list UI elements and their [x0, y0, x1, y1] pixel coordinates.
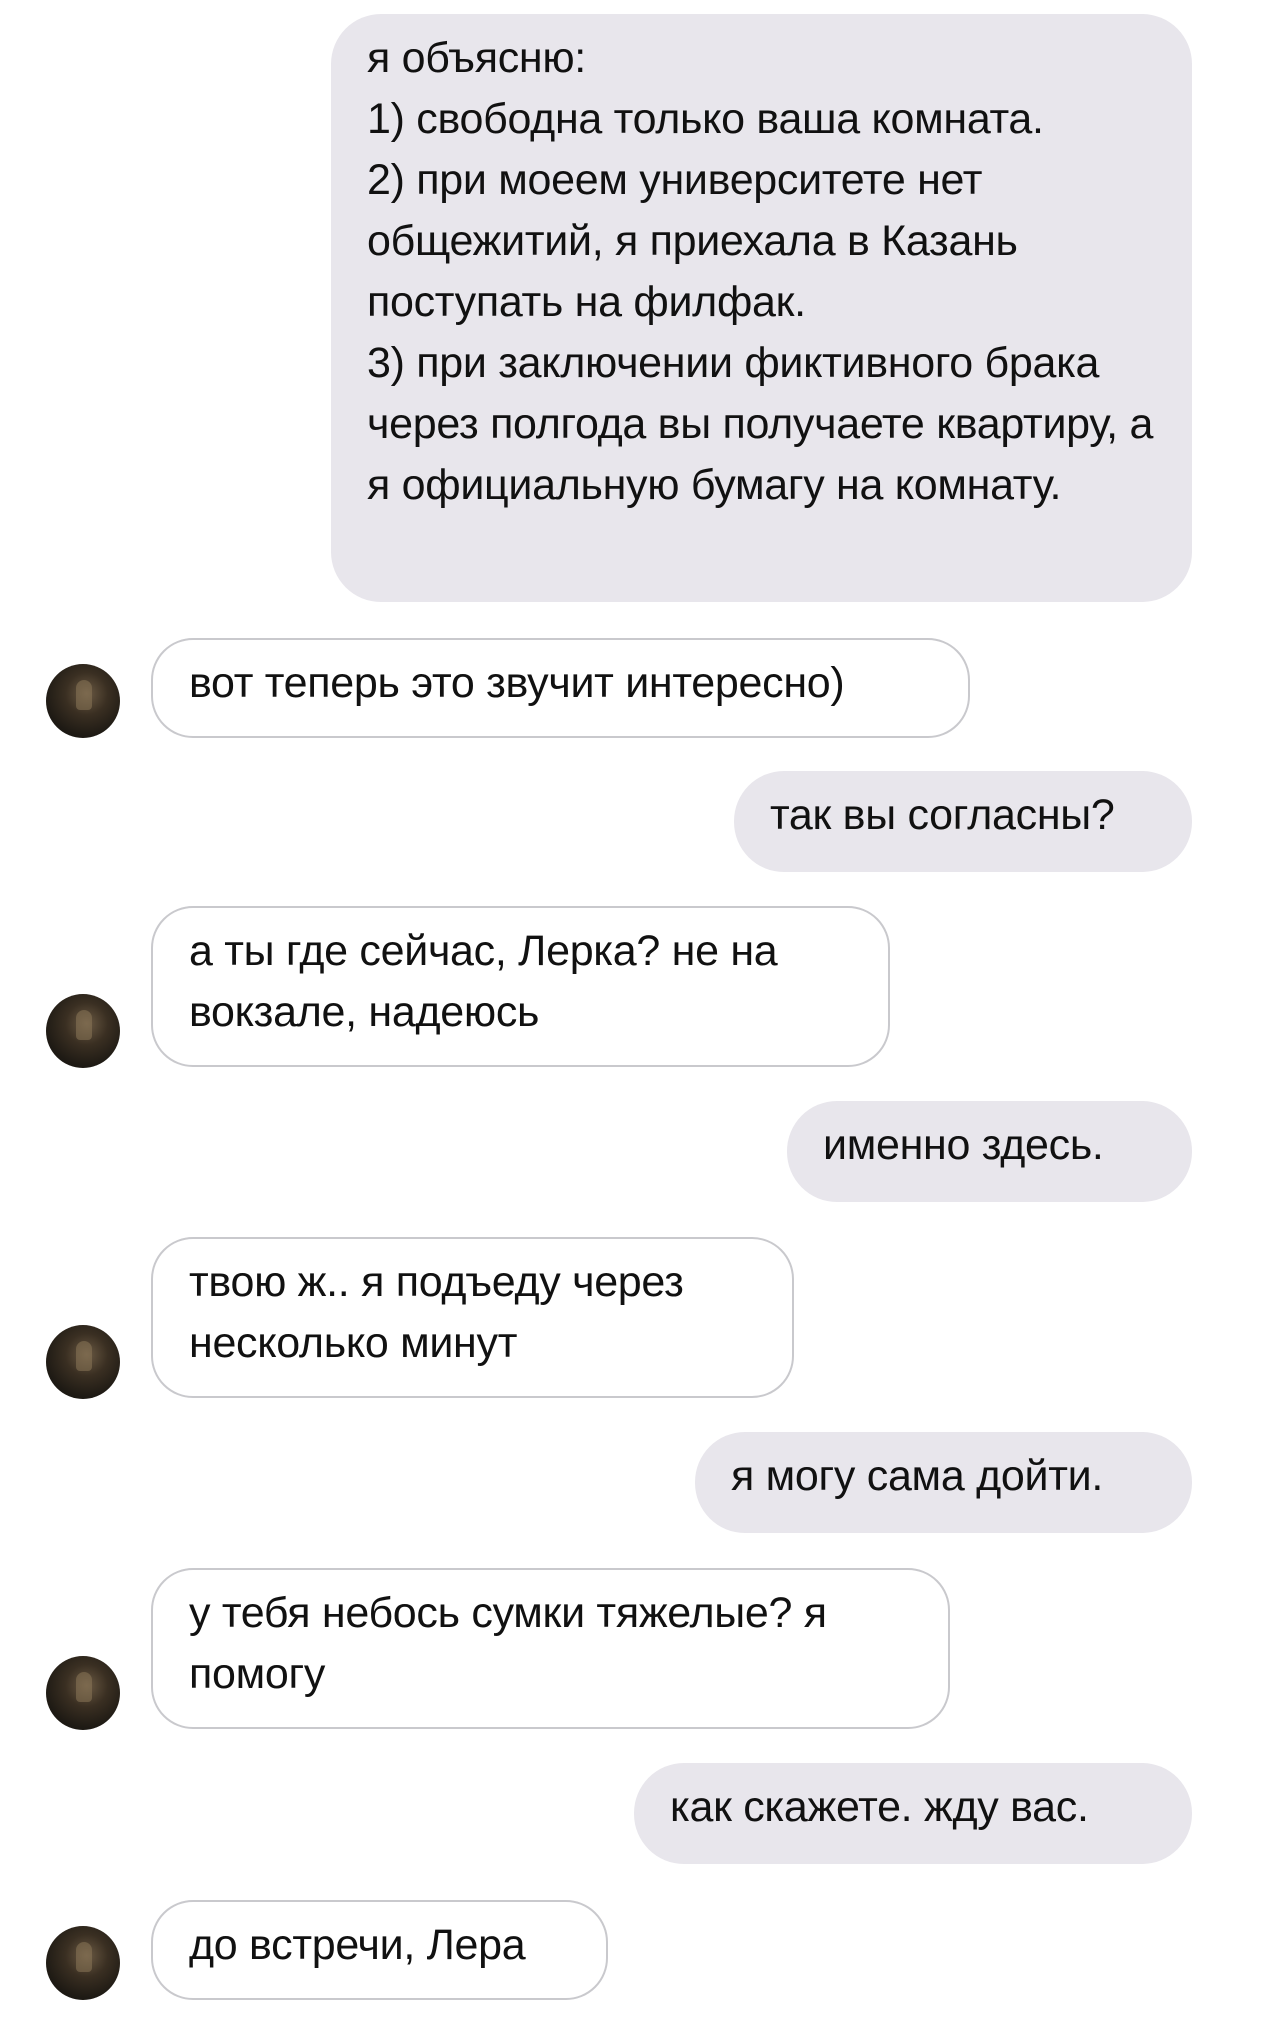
sent-message-bubble[interactable]: я объясню: 1) свободна только ваша комна… — [331, 14, 1192, 602]
received-message-bubble[interactable]: а ты где сейчас, Лерка? не на вокзале, н… — [151, 906, 890, 1067]
sent-message-bubble[interactable]: как скажете. жду вас. — [634, 1763, 1192, 1864]
received-message-bubble[interactable]: у тебя небось сумки тяжелые? я помогу — [151, 1568, 950, 1729]
received-message-bubble[interactable]: твою ж.. я подъеду через несколько минут — [151, 1237, 794, 1398]
sent-message-bubble[interactable]: именно здесь. — [787, 1101, 1192, 1202]
contact-avatar[interactable] — [46, 1926, 120, 2000]
contact-avatar[interactable] — [46, 1656, 120, 1730]
received-message-bubble[interactable]: вот теперь это звучит интересно) — [151, 638, 970, 738]
contact-avatar[interactable] — [46, 1325, 120, 1399]
chat-thread: я объясню: 1) свободна только ваша комна… — [0, 0, 1272, 2032]
contact-avatar[interactable] — [46, 994, 120, 1068]
contact-avatar[interactable] — [46, 664, 120, 738]
sent-message-bubble[interactable]: так вы согласны? — [734, 771, 1192, 872]
sent-message-bubble[interactable]: я могу сама дойти. — [695, 1432, 1192, 1533]
received-message-bubble[interactable]: до встречи, Лера — [151, 1900, 608, 2000]
